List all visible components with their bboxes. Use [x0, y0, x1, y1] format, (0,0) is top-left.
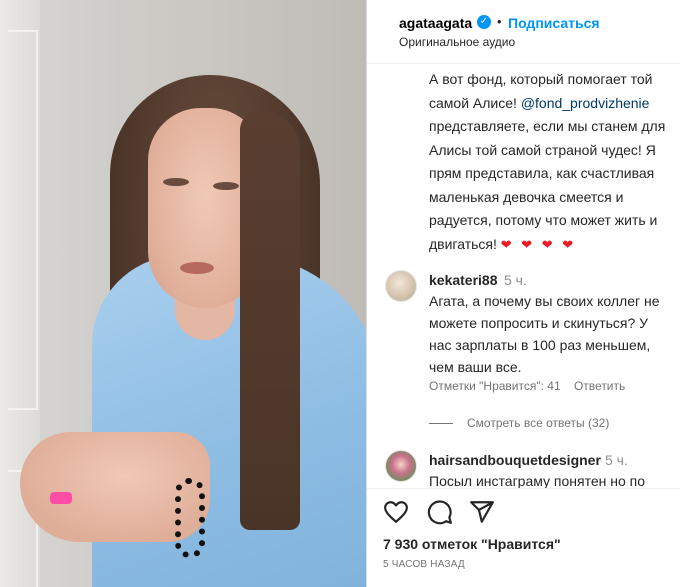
- post-details-panel: agataagata ✓ • Подписаться Оригинальное …: [366, 0, 680, 587]
- author-username[interactable]: agataagata: [399, 15, 472, 31]
- follow-button[interactable]: Подписаться: [508, 15, 600, 31]
- bead-bracelet: [175, 478, 205, 558]
- reply-button[interactable]: Ответить: [574, 379, 625, 393]
- mouth: [180, 262, 214, 274]
- likes-count[interactable]: 7 930 отметок "Нравится": [383, 536, 561, 552]
- post-actions-bar: 7 930 отметок "Нравится" 5 часов назад: [367, 488, 680, 587]
- caption-mention-link[interactable]: @fond_prodvizhenie: [521, 95, 650, 111]
- audio-label[interactable]: Оригинальное аудио: [399, 35, 515, 49]
- post-caption: А вот фонд, который помогает той самой А…: [429, 68, 679, 256]
- replies-divider: [429, 423, 453, 425]
- comment-time[interactable]: 5 ч.: [504, 272, 527, 288]
- hair-strand: [240, 110, 300, 530]
- share-icon[interactable]: [469, 499, 495, 525]
- view-replies-button[interactable]: Смотреть все ответы (32): [429, 416, 609, 430]
- wall-molding: [8, 30, 38, 410]
- comment-avatar[interactable]: [385, 450, 417, 482]
- caption-text-end: представляете, если мы станем для Алисы …: [429, 118, 666, 252]
- right-eye: [213, 182, 239, 190]
- comment-username[interactable]: kekateri88: [429, 272, 498, 288]
- pink-ring: [50, 492, 72, 504]
- comment-text: Посыл инстаграму понятен но по: [429, 473, 646, 488]
- post-header: agataagata ✓ • Подписаться Оригинальное …: [367, 0, 680, 64]
- comment-meta: Отметки "Нравится": 41 Ответить: [429, 379, 625, 393]
- header-separator: •: [497, 14, 502, 29]
- verified-badge-icon: ✓: [477, 15, 491, 29]
- comment-time[interactable]: 5 ч.: [605, 452, 628, 468]
- comment-icon[interactable]: [427, 499, 453, 525]
- heart-emoji: ❤ ❤ ❤ ❤: [500, 236, 577, 252]
- comments-scroll-area[interactable]: А вот фонд, который помогает той самой А…: [367, 64, 680, 488]
- view-replies-label: Смотреть все ответы (32): [467, 416, 610, 430]
- left-eye: [163, 178, 189, 186]
- post-timestamp[interactable]: 5 часов назад: [383, 559, 465, 570]
- post-video[interactable]: [0, 0, 366, 587]
- comment-username[interactable]: hairsandbouquetdesigner: [429, 452, 601, 468]
- comment-avatar[interactable]: [385, 270, 417, 302]
- comment-likes-count[interactable]: Отметки "Нравится": 41: [429, 379, 561, 393]
- heart-icon[interactable]: [383, 499, 409, 525]
- comment-text: Агата, а почему вы своих коллег не может…: [429, 293, 660, 375]
